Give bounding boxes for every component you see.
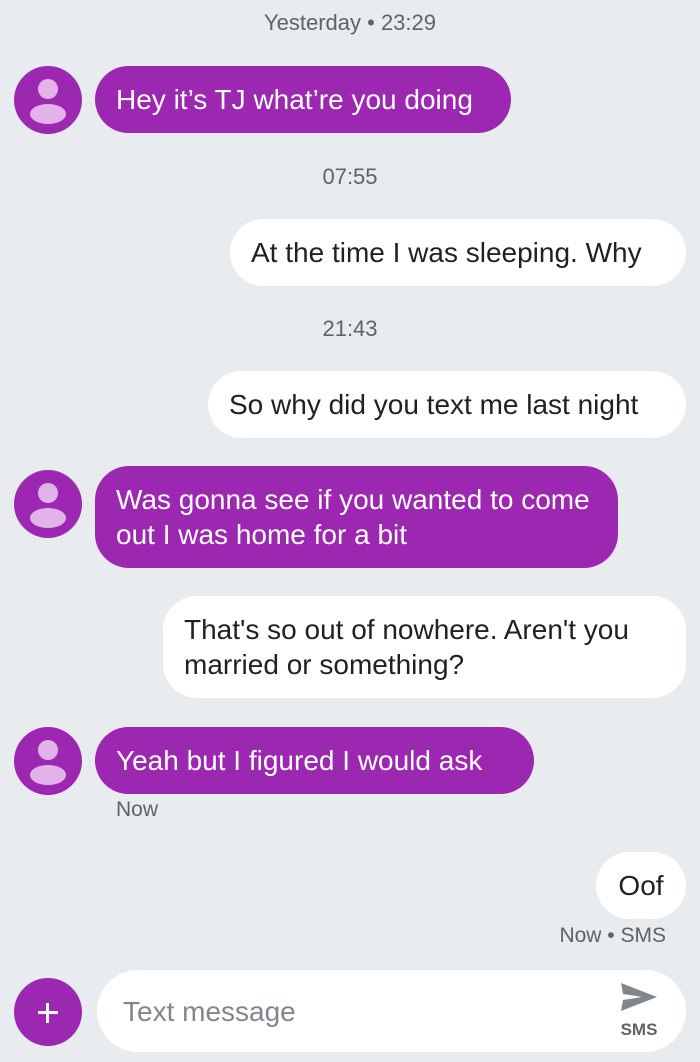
outgoing-message[interactable]: That's so out of nowhere. Aren't you mar… [163, 596, 686, 698]
contact-avatar[interactable] [14, 66, 82, 134]
send-label: SMS [620, 1020, 658, 1039]
timestamp: Yesterday • 23:29 [263, 10, 436, 35]
incoming-message[interactable]: Was gonna see if you wanted to come out … [95, 466, 618, 568]
incoming-message[interactable]: Yeah but I figured I would ask [95, 727, 534, 794]
incoming-message[interactable]: Hey it’s TJ what’re you doing [95, 66, 511, 133]
outgoing-message[interactable]: So why did you text me last night [208, 371, 686, 438]
compose-bar: SMS [97, 970, 686, 1052]
outgoing-message[interactable]: Oof [596, 852, 686, 919]
person-icon [38, 483, 58, 503]
contact-avatar[interactable] [14, 727, 82, 795]
person-icon [38, 79, 58, 99]
send-icon [621, 983, 657, 1011]
contact-avatar[interactable] [14, 470, 82, 538]
add-attachment-button[interactable] [14, 978, 82, 1046]
message-input[interactable] [121, 990, 595, 1034]
message-status: Now • SMS [559, 924, 666, 947]
outgoing-message[interactable]: At the time I was sleeping. Why [230, 219, 686, 286]
send-button[interactable]: SMS [616, 980, 662, 1042]
message-status: Now [116, 798, 159, 821]
timestamp: 21:43 [322, 316, 378, 341]
timestamp: 07:55 [322, 164, 378, 189]
person-icon [38, 740, 58, 760]
